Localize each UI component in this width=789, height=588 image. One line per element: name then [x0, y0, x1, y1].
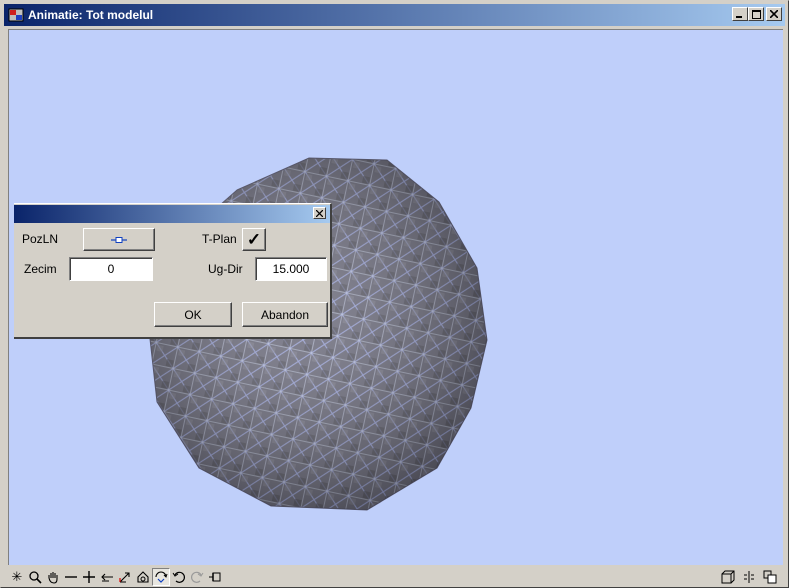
undo-arrow-icon	[172, 571, 185, 583]
close-button[interactable]	[766, 7, 782, 21]
line-node-icon	[111, 236, 127, 243]
tplan-checkbox[interactable]: ✓	[242, 228, 266, 251]
ugdir-label: Ug-Dir	[208, 262, 243, 276]
hand-icon	[48, 572, 58, 584]
maximize-icon	[751, 9, 761, 19]
cube-view-icon	[721, 570, 735, 584]
bottom-toolbar: ✳	[8, 567, 783, 587]
ok-button[interactable]: OK	[154, 302, 232, 327]
split-view-icon	[744, 571, 754, 583]
abandon-button[interactable]: Abandon	[242, 302, 328, 327]
app-icon	[8, 8, 24, 22]
close-icon	[316, 209, 323, 217]
zoom-out-icon[interactable]	[62, 568, 80, 586]
zecim-field[interactable]: 0	[69, 257, 153, 281]
magnifier-icon	[29, 571, 42, 584]
axes-icon	[119, 572, 130, 583]
redo-arrow-icon	[191, 571, 204, 583]
animation-settings-dialog: PozLN T-Plan ✓ Zecim 0 Ug-Dir 15.000 OK …	[14, 203, 332, 339]
minimize-icon	[736, 16, 742, 18]
pan-hand-icon[interactable]	[44, 568, 62, 586]
pozln-button[interactable]	[83, 228, 155, 251]
arrow-icon	[101, 573, 113, 582]
plus-icon	[83, 571, 95, 583]
dialog-title-bar[interactable]	[14, 205, 330, 223]
minimize-button[interactable]	[732, 7, 748, 21]
title-bar[interactable]: Animatie: Tot modelul	[4, 4, 785, 26]
window-title: Animatie: Tot modelul	[28, 8, 154, 22]
redo-icon[interactable]	[188, 568, 206, 586]
flag-icon	[209, 572, 221, 582]
undo-icon[interactable]	[170, 568, 188, 586]
cube-icon[interactable]	[719, 568, 737, 586]
pozln-label: PozLN	[22, 232, 59, 246]
tplan-label: T-Plan	[202, 232, 237, 246]
asterisk-icon[interactable]: ✳	[8, 568, 26, 586]
house-icon	[137, 571, 149, 583]
orbit-icon	[155, 571, 168, 583]
split-icon[interactable]	[740, 568, 758, 586]
minus-icon	[65, 576, 77, 578]
axis-icon[interactable]	[116, 568, 134, 586]
dialog-close-button[interactable]	[313, 207, 326, 219]
maximize-button[interactable]	[748, 7, 764, 21]
copy-icon[interactable]	[761, 568, 779, 586]
arrow-left-icon[interactable]	[98, 568, 116, 586]
ugdir-field[interactable]: 15.000	[255, 257, 327, 281]
perspective-icon[interactable]	[134, 568, 152, 586]
zoom-in-icon[interactable]	[80, 568, 98, 586]
copy-view-icon	[763, 570, 777, 584]
zecim-label: Zecim	[24, 262, 57, 276]
zoom-icon[interactable]	[26, 568, 44, 586]
close-icon	[770, 10, 778, 18]
pin-icon[interactable]	[206, 568, 224, 586]
rotate-icon[interactable]	[152, 568, 170, 586]
